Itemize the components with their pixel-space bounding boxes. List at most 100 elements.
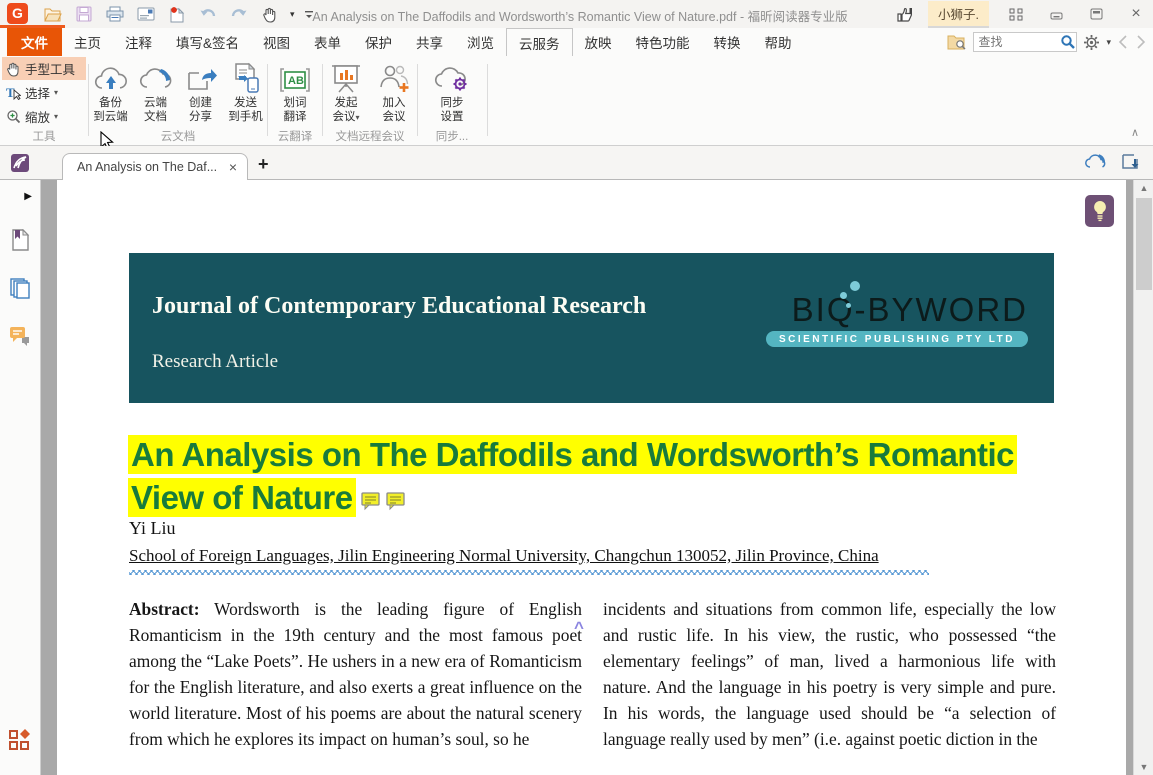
cloud-upload-icon [94, 60, 128, 94]
menu-cloud-service[interactable]: 云服务 [506, 28, 573, 56]
menu-share[interactable]: 共享 [404, 28, 455, 56]
start-page-icon[interactable] [10, 153, 30, 173]
vertical-scrollbar[interactable]: ▲ ▼ [1133, 180, 1153, 775]
create-share-button[interactable]: 创建分享 [179, 60, 222, 124]
field-navigation-icon[interactable] [8, 728, 32, 752]
select-tool-label: 选择 [25, 83, 50, 102]
abstract-text-left: Wordsworth is the leading figure of Engl… [129, 599, 582, 749]
backup-to-cloud-button[interactable]: 备份到云端 [89, 60, 132, 124]
paper-title-line1: An Analysis on The Daffodils and Wordswo… [128, 435, 1017, 474]
settings-dropdown-arrow[interactable]: ▾ [1106, 37, 1111, 48]
select-tool-button[interactable]: T 选择 ▾ [2, 81, 86, 104]
cloud-gear-icon [434, 60, 470, 94]
abstract-label: Abstract: [129, 599, 200, 619]
menu-form[interactable]: 表单 [302, 28, 353, 56]
workspace-layout-icon[interactable] [1003, 4, 1029, 24]
menu-slideshow[interactable]: 放映 [573, 28, 624, 56]
cloud-documents-button[interactable]: 云端文档 [134, 60, 177, 124]
recommend-icon[interactable] [896, 6, 914, 23]
menu-features[interactable]: 特色功能 [624, 28, 702, 56]
zoom-tool-label: 缩放 [25, 107, 50, 126]
cloud-status-icon[interactable] [1085, 153, 1107, 170]
foxit-logo-icon[interactable]: G [7, 3, 28, 24]
menu-home[interactable]: 主页 [62, 28, 113, 56]
collapse-ribbon-icon[interactable]: ∧ [1131, 126, 1139, 139]
bookmarks-panel-icon[interactable] [8, 228, 32, 252]
sticky-note-icon[interactable] [386, 492, 406, 511]
open-file-icon[interactable] [42, 3, 64, 25]
paper-title: An Analysis on The Daffodils and Wordswo… [128, 433, 1058, 519]
document-tab-title: An Analysis on The Daf... [77, 160, 227, 174]
search-folder-icon[interactable] [947, 34, 967, 51]
ribbon-group-sync: 同步设置 同步... [418, 56, 486, 146]
sync-settings-button[interactable]: 同步设置 [429, 60, 475, 124]
document-workspace: ▶ Journal of Contemporary Educational Re… [0, 180, 1153, 775]
document-tab[interactable]: An Analysis on The Daf... × [62, 153, 248, 180]
close-button[interactable]: × [1123, 4, 1149, 24]
word-translate-button[interactable]: AB 划词翻译 [272, 60, 318, 124]
pages-panel-icon[interactable] [8, 276, 32, 300]
journal-banner: Journal of Contemporary Educational Rese… [129, 253, 1054, 403]
print-icon[interactable] [104, 3, 126, 25]
sticky-note-icon[interactable] [361, 492, 381, 511]
expand-panel-icon[interactable]: ▶ [8, 184, 32, 208]
svg-text:AB: AB [288, 75, 304, 87]
publisher-logo-text: BIQ-BYWORD [766, 291, 1028, 329]
article-type: Research Article [152, 351, 278, 373]
comments-panel-icon[interactable] [8, 324, 32, 348]
undo-icon[interactable] [197, 3, 219, 25]
email-icon[interactable] [135, 3, 157, 25]
maximize-button[interactable] [1083, 4, 1109, 24]
zoom-tool-button[interactable]: 缩放 ▾ [2, 105, 86, 128]
minimize-button[interactable] [1043, 4, 1069, 24]
paper-title-line2: View of Nature [128, 478, 356, 517]
join-meeting-people-icon [377, 60, 411, 94]
insert-annotation-caret[interactable]: ^ [574, 618, 584, 638]
user-account-button[interactable]: 小狮子. [928, 1, 989, 28]
scroll-up-icon[interactable]: ▲ [1134, 180, 1153, 196]
journal-name: Journal of Contemporary Educational Rese… [152, 293, 646, 320]
ribbon-group-translate: AB 划词翻译 云翻译 [268, 56, 322, 146]
pdf-page[interactable]: Journal of Contemporary Educational Rese… [57, 180, 1126, 775]
menu-browse[interactable]: 浏览 [455, 28, 506, 56]
menu-help[interactable]: 帮助 [753, 28, 804, 56]
hand-tool-quick-icon[interactable] [259, 3, 281, 25]
translate-group-label: 云翻译 [268, 128, 322, 144]
menu-convert[interactable]: 转换 [702, 28, 753, 56]
menu-comment[interactable]: 注释 [113, 28, 164, 56]
ribbon-group-meeting: 发起会议▾ 加入会议 文档远程会议 [323, 56, 417, 146]
redo-icon[interactable] [228, 3, 250, 25]
tab-close-icon[interactable]: × [227, 159, 239, 175]
menu-protect[interactable]: 保护 [353, 28, 404, 56]
assistant-bulb-button[interactable] [1085, 195, 1114, 227]
zoom-dropdown-arrow: ▾ [54, 112, 58, 121]
new-tab-button[interactable]: + [258, 154, 269, 175]
join-meeting-button[interactable]: 加入会议 [371, 60, 417, 125]
scroll-down-icon[interactable]: ▼ [1134, 759, 1153, 775]
menu-bar: 文件 主页 注释 填写&签名 视图 表单 保护 共享 浏览 云服务 放映 特色功… [0, 28, 1153, 56]
titlebar-right-controls: 小狮子. × [896, 0, 1149, 28]
search-input[interactable] [974, 35, 1060, 49]
navigation-sidebar: ▶ [0, 180, 41, 775]
menu-fill-sign[interactable]: 填写&签名 [164, 28, 251, 56]
nav-back-icon[interactable] [1117, 34, 1129, 50]
foxit-reader-window: G ▾ An Analysis on The Daffodil [0, 0, 1153, 775]
squiggly-annotation[interactable] [129, 570, 929, 575]
document-tab-bar: An Analysis on The Daf... × + [0, 146, 1153, 180]
new-document-icon[interactable] [166, 3, 188, 25]
share-arrow-icon [185, 60, 217, 94]
ribbon-group-cloud-docs: 备份到云端 云端文档 创建分享 发送到手机 云文档 [89, 56, 267, 146]
search-icon[interactable] [1060, 34, 1076, 50]
settings-gear-icon[interactable] [1083, 34, 1100, 51]
menu-file[interactable]: 文件 [7, 28, 62, 56]
publisher-tagline: SCIENTIFIC PUBLISHING PTY LTD [766, 331, 1028, 347]
start-meeting-button[interactable]: 发起会议▾ [323, 60, 369, 125]
scrollbar-thumb[interactable] [1136, 198, 1152, 290]
nav-forward-icon[interactable] [1135, 34, 1147, 50]
send-to-phone-button[interactable]: 发送到手机 [224, 60, 267, 124]
logo-bubble [846, 303, 851, 308]
save-to-cloud-icon[interactable] [1121, 153, 1139, 170]
menu-view[interactable]: 视图 [251, 28, 302, 56]
save-icon[interactable] [73, 3, 95, 25]
hand-tool-button[interactable]: 手型工具 [2, 57, 86, 80]
